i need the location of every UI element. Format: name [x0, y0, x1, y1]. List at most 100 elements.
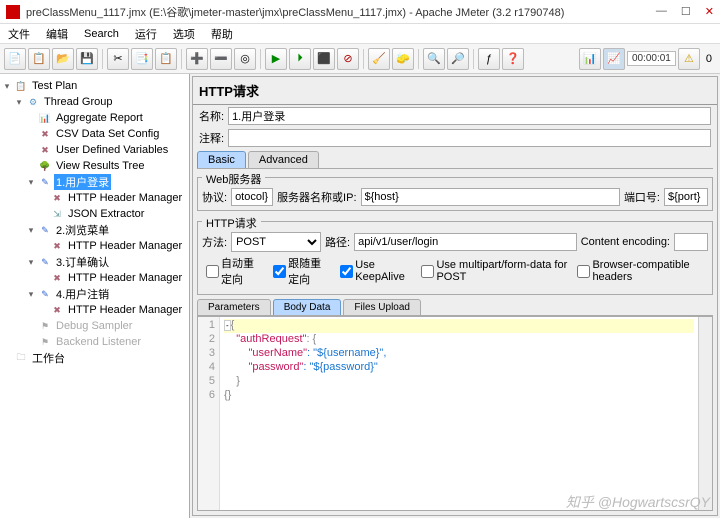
menu-run[interactable]: 运行 [131, 24, 161, 44]
menu-search[interactable]: Search [80, 26, 123, 42]
node-request-3[interactable]: 3.订单确认 [54, 254, 111, 270]
comment-input[interactable] [228, 129, 711, 147]
node-request-2[interactable]: 2.浏览菜单 [54, 222, 111, 238]
open-button[interactable]: 📂 [52, 48, 74, 70]
node-results[interactable]: View Results Tree [54, 160, 146, 172]
close-button[interactable]: ✕ [705, 5, 714, 18]
webserver-section: Web服务器 协议: 服务器名称或IP: 端口号: [197, 177, 713, 211]
encoding-input[interactable] [674, 233, 708, 251]
name-input[interactable] [228, 107, 711, 125]
comment-label: 注释: [199, 130, 224, 146]
header-icon: ✖ [50, 272, 64, 284]
node-threadgroup[interactable]: Thread Group [42, 96, 114, 108]
node-r2-header[interactable]: HTTP Header Manager [66, 240, 184, 252]
menu-edit[interactable]: 编辑 [42, 24, 72, 44]
path-label: 路径: [325, 234, 350, 250]
collapse-button[interactable]: ➖ [210, 48, 232, 70]
toolbar: 📄 📋 📂 💾 ✂ 📑 📋 ➕ ➖ ◎ ▶ ⏵ ⬛ ⊘ 🧹 🧽 🔍 🔎 ƒ ❓ … [0, 44, 720, 74]
threads-button[interactable]: 📈 [603, 48, 625, 70]
test-plan-tree[interactable]: ▾📋Test Plan ▾⚙Thread Group 📊Aggregate Re… [0, 74, 190, 518]
clear-all-button[interactable]: 🧽 [392, 48, 414, 70]
node-request-1[interactable]: 1.用户登录 [54, 174, 111, 190]
server-label: 服务器名称或IP: [277, 189, 356, 205]
workbench-icon: 🗀 [14, 352, 28, 364]
tab-advanced[interactable]: Advanced [248, 151, 319, 168]
shutdown-button[interactable]: ⊘ [337, 48, 359, 70]
report-icon: 📊 [38, 112, 52, 124]
editor-gutter: 123456 [198, 317, 220, 510]
window-title: preClassMenu_1117.jmx (E:\谷歌\jmeter-mast… [26, 4, 656, 20]
templates-button[interactable]: 📋 [28, 48, 50, 70]
paste-button[interactable]: 📋 [155, 48, 177, 70]
backend-icon: ⚑ [38, 336, 52, 348]
header-icon: ✖ [50, 192, 64, 204]
results-icon: 🌳 [38, 160, 52, 172]
function-helper-button[interactable]: ƒ [478, 48, 500, 70]
error-counter: 0 [702, 53, 716, 65]
vars-icon: ✖ [38, 144, 52, 156]
node-csv[interactable]: CSV Data Set Config [54, 128, 161, 140]
http-icon: ✎ [38, 256, 52, 268]
subtab-body-data[interactable]: Body Data [273, 299, 342, 315]
expand-button[interactable]: ➕ [186, 48, 208, 70]
node-testplan[interactable]: Test Plan [30, 80, 79, 92]
subtab-files-upload[interactable]: Files Upload [343, 299, 421, 315]
csv-icon: ✖ [38, 128, 52, 140]
node-r1-header[interactable]: HTTP Header Manager [66, 192, 184, 204]
maximize-button[interactable]: ☐ [681, 5, 691, 18]
copy-button[interactable]: 📑 [131, 48, 153, 70]
help-button[interactable]: ❓ [502, 48, 524, 70]
elapsed-timer: 00:00:01 [627, 51, 676, 66]
protocol-label: 协议: [202, 189, 227, 205]
cb-keepalive[interactable]: Use KeepAlive [340, 259, 411, 283]
server-input[interactable] [361, 188, 620, 206]
warning-icon[interactable]: ⚠ [678, 48, 700, 70]
node-backend[interactable]: Backend Listener [54, 336, 143, 348]
header-icon: ✖ [50, 240, 64, 252]
port-label: 端口号: [624, 189, 660, 205]
node-r3-header[interactable]: HTTP Header Manager [66, 272, 184, 284]
log-toggle-button[interactable]: 📊 [579, 48, 601, 70]
menu-options[interactable]: 选项 [169, 24, 199, 44]
node-request-4[interactable]: 4.用户注销 [54, 286, 111, 302]
http-icon: ✎ [38, 176, 52, 188]
path-input[interactable] [354, 233, 577, 251]
start-button[interactable]: ▶ [265, 48, 287, 70]
menu-bar: 文件 编辑 Search 运行 选项 帮助 [0, 24, 720, 44]
menu-file[interactable]: 文件 [4, 24, 34, 44]
clear-button[interactable]: 🧹 [368, 48, 390, 70]
cb-auto-redirect[interactable]: 自动重定向 [206, 255, 263, 287]
editor-code[interactable]: -{ "authRequest": { "userName": "${usern… [220, 317, 698, 510]
editor-scrollbar[interactable] [698, 317, 712, 510]
save-button[interactable]: 💾 [76, 48, 98, 70]
stop-button[interactable]: ⬛ [313, 48, 335, 70]
debug-icon: ⚑ [38, 320, 52, 332]
cut-button[interactable]: ✂ [107, 48, 129, 70]
content-panel: HTTP请求 名称: 注释: Basic Advanced Web服务器 协议:… [192, 76, 718, 516]
port-input[interactable] [664, 188, 708, 206]
body-data-editor[interactable]: 123456 -{ "authRequest": { "userName": "… [197, 316, 713, 511]
node-vars[interactable]: User Defined Variables [54, 144, 170, 156]
http-icon: ✎ [38, 224, 52, 236]
node-workbench[interactable]: 工作台 [30, 350, 67, 366]
start-no-pause-button[interactable]: ⏵ [289, 48, 311, 70]
node-r1-json[interactable]: JSON Extractor [66, 208, 146, 220]
cb-follow-redirect[interactable]: 跟随重定向 [273, 255, 330, 287]
main-tabs: Basic Advanced [197, 151, 713, 169]
cb-multipart[interactable]: Use multipart/form-data for POST [421, 259, 567, 283]
http-request-section: HTTP请求 方法: POST 路径: Content encoding: 自动… [197, 221, 713, 295]
protocol-input[interactable] [231, 188, 273, 206]
reset-search-button[interactable]: 🔎 [447, 48, 469, 70]
tab-basic[interactable]: Basic [197, 151, 246, 168]
cb-browser-compat[interactable]: Browser-compatible headers [577, 259, 704, 283]
minimize-button[interactable]: — [656, 5, 667, 18]
menu-help[interactable]: 帮助 [207, 24, 237, 44]
search-button[interactable]: 🔍 [423, 48, 445, 70]
method-select[interactable]: POST [231, 232, 321, 252]
toggle-button[interactable]: ◎ [234, 48, 256, 70]
node-r4-header[interactable]: HTTP Header Manager [66, 304, 184, 316]
subtab-parameters[interactable]: Parameters [197, 299, 271, 315]
new-button[interactable]: 📄 [4, 48, 26, 70]
node-aggregate[interactable]: Aggregate Report [54, 112, 145, 124]
node-debug[interactable]: Debug Sampler [54, 320, 134, 332]
